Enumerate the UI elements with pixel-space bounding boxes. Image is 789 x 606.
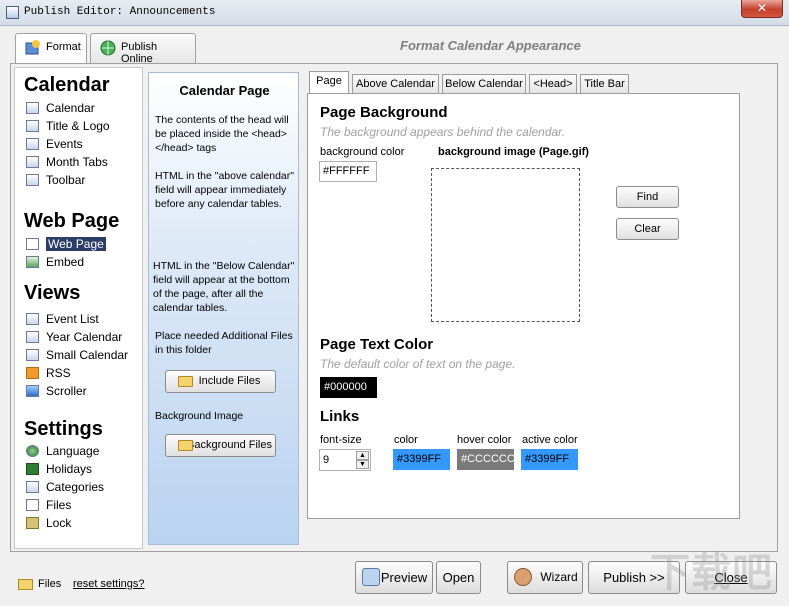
sidebar-item-events[interactable]: Events [24,136,139,153]
sidebar-item-year-calendar[interactable]: Year Calendar [24,329,139,346]
background-color-field[interactable]: #FFFFFF [319,161,377,182]
help-text-head: The contents of the head will be placed … [155,114,289,154]
link-color-label: color [394,434,418,446]
title-icon [26,120,39,132]
links-heading: Links [320,408,360,425]
folder-icon [178,440,193,451]
sidebar-item-files[interactable]: Files [24,497,139,514]
section-calendar: Calendar [24,74,110,96]
background-color-label: background color [320,146,405,158]
header-caption: Format Calendar Appearance [400,38,581,53]
sidebar-item-embed[interactable]: Embed [24,254,139,271]
background-files-button[interactable]: Background Files [165,434,276,457]
month-tabs-icon [26,156,39,168]
link-color-field[interactable]: #3399FF [393,449,450,470]
open-button[interactable]: Open [436,561,481,594]
toolbar-icon [26,174,39,186]
holiday-tree-icon [26,463,39,475]
sidebar-item-title-logo[interactable]: Title & Logo [24,118,139,135]
tab-head[interactable]: <Head> [529,74,577,94]
language-globe-icon [26,445,39,457]
include-files-button[interactable]: Include Files [165,370,276,393]
tab-title-bar[interactable]: Title Bar [580,74,629,94]
files-folder-icon [18,579,33,590]
format-icon [25,40,40,55]
tab-format-label: Format [46,41,81,53]
sidebar-item-rss[interactable]: RSS [24,365,139,382]
tab-format[interactable]: Format [15,33,87,65]
page-background-heading: Page Background [320,104,448,121]
categories-icon [26,481,39,493]
font-size-stepper[interactable]: 9 ▲ ▼ [319,449,371,471]
sidebar-item-web-page[interactable]: Web Page [24,236,139,253]
app-icon [6,6,19,19]
folder-icon [178,376,193,387]
rss-icon [26,367,39,379]
sidebar-item-lock[interactable]: Lock [24,515,139,532]
reset-settings-link[interactable]: reset settings? [73,578,145,590]
sidebar-item-scroller[interactable]: Scroller [24,383,139,400]
section-views: Views [24,282,81,304]
tab-page[interactable]: Page [309,71,349,94]
page-text-color-subtitle: The default color of text on the page. [320,357,516,371]
sidebar: Calendar Calendar Title & Logo Events Mo… [14,67,143,549]
event-list-icon [26,313,39,325]
font-size-label: font-size [320,434,362,446]
help-text-files: Place needed Additional Files in this fo… [155,330,293,356]
stepper-down-icon[interactable]: ▼ [356,460,369,469]
background-image-label: background image (Page.gif) [438,146,589,158]
sidebar-item-event-list[interactable]: Event List [24,311,139,328]
help-title: Calendar Page [179,83,270,98]
sidebar-item-categories[interactable]: Categories [24,479,139,496]
sidebar-item-small-calendar[interactable]: Small Calendar [24,347,139,364]
preview-button[interactable]: Preview [355,561,433,594]
font-size-value: 9 [323,454,330,466]
help-panel: Calendar Page The contents of the head w… [148,72,299,545]
help-text-above: HTML in the "above calendar" field will … [155,170,294,210]
globe-icon [100,40,116,56]
wizard-icon [514,568,532,586]
window-title: Publish Editor: Announcements [24,6,216,18]
stepper-up-icon[interactable]: ▲ [356,451,369,460]
section-settings: Settings [24,418,103,440]
sidebar-item-toolbar[interactable]: Toolbar [24,172,139,189]
year-calendar-icon [26,331,39,343]
sidebar-item-language[interactable]: Language [24,443,139,460]
tab-publish-online-label: Publish Online [121,41,158,65]
lock-icon [26,517,39,529]
hover-color-field[interactable]: #CCCCCC [457,449,515,470]
paperclip-icon [26,499,39,511]
scroller-icon [26,385,39,397]
calendar-icon [26,102,39,114]
find-button[interactable]: Find [616,186,679,208]
window-close-button[interactable]: ✕ [741,0,783,18]
window-titlebar: Publish Editor: Announcements ✕ [0,0,789,26]
events-icon [26,138,39,150]
background-image-label: Background Image [155,410,244,422]
tab-below-calendar[interactable]: Below Calendar [442,74,526,94]
watermark-logo: 下载吧 [650,551,773,595]
text-color-field[interactable]: #000000 [320,377,377,398]
tab-above-calendar[interactable]: Above Calendar [352,74,439,94]
section-web-page: Web Page [24,210,120,232]
tab-publish-online[interactable]: Publish Online [90,33,196,65]
sidebar-item-holidays[interactable]: Holidays [24,461,139,478]
page-text-color-heading: Page Text Color [320,336,434,353]
help-text-below: HTML in the "Below Calendar" field will … [153,260,295,314]
page-background-subtitle: The background appears behind the calend… [320,125,566,139]
wizard-button[interactable]: Wizard [507,561,583,594]
files-link[interactable]: Files [38,578,61,590]
background-image-preview[interactable] [431,168,580,322]
sidebar-item-calendar[interactable]: Calendar [24,100,139,117]
active-color-label: active color [522,434,578,446]
small-calendar-icon [26,349,39,361]
sidebar-item-month-tabs[interactable]: Month Tabs [24,154,139,171]
clear-button[interactable]: Clear [616,218,679,240]
preview-icon [362,568,380,586]
web-page-icon [26,238,39,250]
hover-color-label: hover color [457,434,512,446]
active-color-field[interactable]: #3399FF [521,449,578,470]
embed-icon [26,256,39,268]
